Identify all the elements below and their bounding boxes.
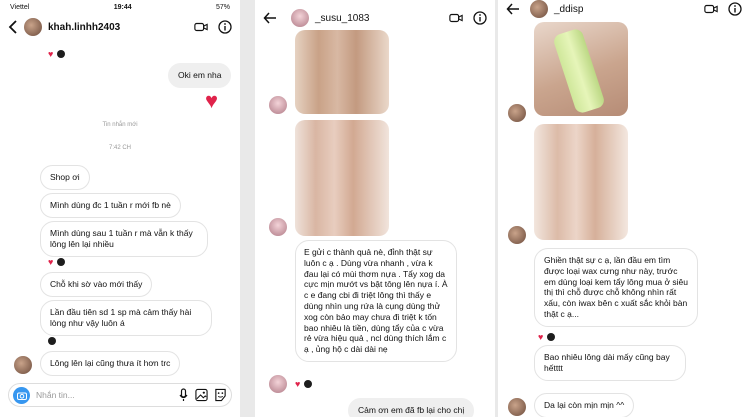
timestamp: 7:42 CH	[108, 145, 131, 151]
emoji-icon	[48, 337, 56, 345]
message-bubble: Da lại còn mịn mịn ^^	[534, 393, 635, 417]
avatar[interactable]	[24, 18, 42, 36]
chat-header: _ddisp	[498, 0, 750, 22]
message-bubble: Oki em nha	[168, 63, 232, 88]
chat-header: _susu_1083	[255, 5, 495, 31]
carrier-label: Viettel	[10, 3, 30, 11]
battery-label: 57%	[215, 3, 230, 11]
heart-icon: ♥	[48, 256, 54, 267]
chat-panel-1: Viettel 19:44 57% khah.linhh2403 ♥ Oki e…	[0, 0, 240, 417]
avatar	[508, 226, 526, 244]
emoji-icon	[304, 380, 312, 388]
leg-photo[interactable]	[295, 30, 389, 114]
reaction: ♥	[48, 48, 65, 59]
video-call-icon[interactable]	[704, 2, 718, 16]
leg-photo[interactable]	[295, 120, 389, 236]
message-bubble: Cảm ơn em đã fb lại cho chị	[348, 398, 475, 417]
avatar	[508, 104, 526, 122]
emoji-icon	[547, 333, 555, 341]
avatar[interactable]	[530, 0, 548, 18]
leg-photo[interactable]	[534, 124, 628, 240]
info-icon[interactable]	[473, 11, 487, 25]
info-icon[interactable]	[728, 2, 742, 16]
reaction: ♥	[538, 331, 555, 342]
video-call-icon[interactable]	[194, 20, 208, 34]
avatar	[269, 375, 287, 393]
avatar	[14, 356, 32, 374]
avatar	[269, 96, 287, 114]
message-bubble: Lông lên lại cũng thưa ít hơn trc	[40, 351, 181, 376]
message-bubble: Lần đầu tiên sd 1 sp mà cảm thấy hài lòn…	[40, 300, 212, 336]
chat-username[interactable]: khah.linhh2403	[48, 22, 184, 33]
message-bubble: Bao nhiêu lông dài mấy cũng bay hếtttt	[534, 345, 686, 381]
back-arrow-icon[interactable]	[263, 11, 277, 25]
clock-label: 19:44	[113, 3, 132, 11]
status-bar: Viettel 19:44 57%	[0, 0, 240, 14]
product-photo[interactable]	[534, 22, 628, 116]
chat-username[interactable]: _ddisp	[554, 4, 694, 15]
camera-icon[interactable]	[13, 386, 30, 404]
message-bubble: Mình dùng đc 1 tuần r mới fb nè	[40, 193, 181, 218]
avatar[interactable]	[291, 9, 309, 27]
gallery-icon[interactable]	[195, 388, 208, 402]
new-messages-separator: Tin nhắn mới	[102, 122, 138, 128]
info-icon[interactable]	[218, 20, 232, 34]
emoji-icon	[57, 258, 65, 266]
video-call-icon[interactable]	[449, 11, 463, 25]
heart-icon: ♥	[295, 378, 301, 389]
chat-panel-3: _ddisp Ghiền thật sự c ạ, lần đầu em tìm…	[498, 0, 750, 417]
chat-panel-2: _susu_1083 E gửi c thành quả nè, đỉnh th…	[255, 0, 495, 417]
back-icon[interactable]	[8, 20, 18, 34]
avatar	[269, 218, 287, 236]
emoji-icon	[57, 50, 65, 58]
avatar	[508, 398, 526, 416]
message-bubble: Shop ơi	[40, 165, 90, 190]
review-message: Ghiền thật sự c ạ, lần đầu em tìm được l…	[534, 248, 698, 327]
message-input[interactable]: Nhắn tin...	[36, 390, 174, 400]
heart-icon: ♥	[538, 331, 544, 342]
product-tube	[552, 27, 606, 115]
review-message: E gửi c thành quả nè, đỉnh thật sự luôn …	[295, 240, 457, 362]
microphone-icon[interactable]	[178, 388, 189, 402]
reaction	[48, 337, 56, 345]
chat-header: khah.linhh2403	[0, 14, 240, 40]
message-composer[interactable]: Nhắn tin...	[8, 383, 232, 407]
back-arrow-icon[interactable]	[506, 2, 520, 16]
heart-icon: ♥	[48, 48, 54, 59]
reaction: ♥	[48, 256, 65, 267]
chat-username[interactable]: _susu_1083	[315, 13, 439, 24]
message-bubble: Chỗ khi sờ vào mới thấy	[40, 272, 153, 297]
message-bubble: Mình dùng sau 1 tuần r mà vẫn k thấy lôn…	[40, 221, 208, 257]
reaction: ♥	[295, 378, 312, 389]
sticker-icon[interactable]	[214, 388, 227, 402]
heart-icon: ♥	[205, 88, 219, 113]
